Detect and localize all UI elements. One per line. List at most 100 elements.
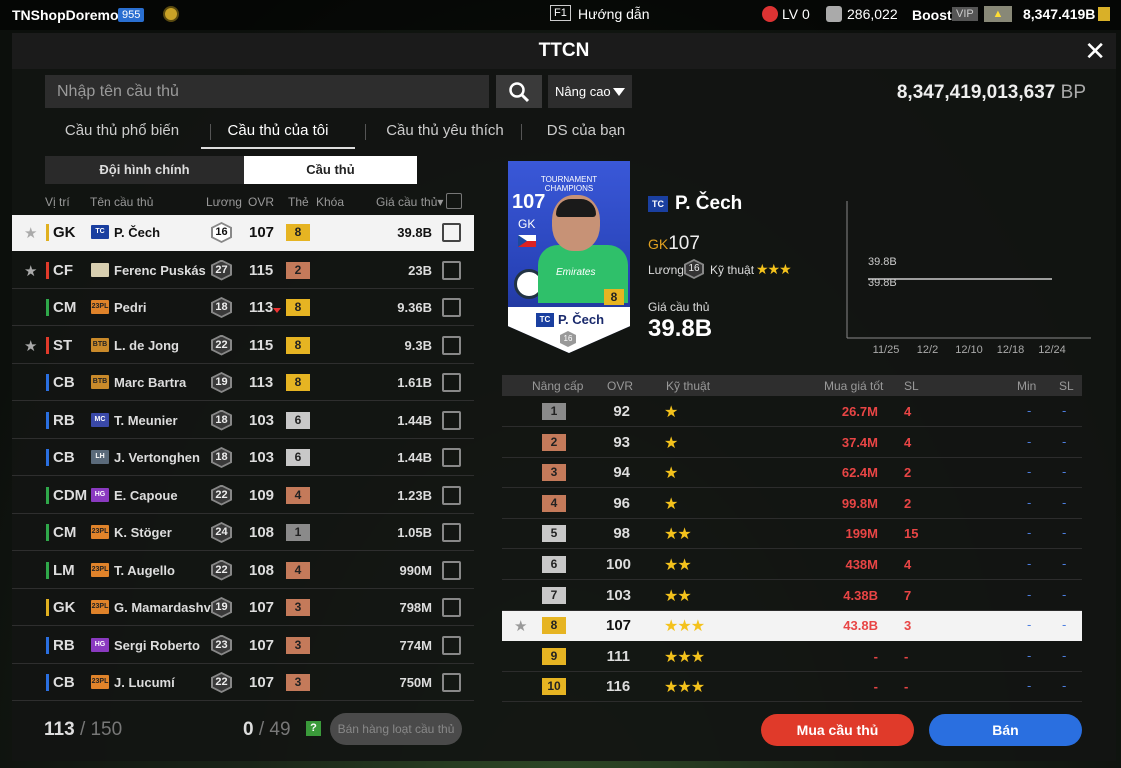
f1-key-icon[interactable]: F1 [550, 5, 571, 21]
player-row[interactable]: CB LH J. Vertonghen 18 103 6 1.44B [12, 440, 474, 476]
upgrade-row[interactable]: 1 92 ★ 26.7M 4 - - [502, 397, 1082, 427]
player-row[interactable]: RB HG Sergi Roberto 23 107 3 774M [12, 628, 474, 664]
player-name: P. Čech [114, 225, 161, 240]
skill-stars: ★★★ [664, 648, 705, 666]
upgrade-row[interactable]: 4 96 ★ 99.8M 2 - - [502, 489, 1082, 519]
best-buy-price: - [873, 648, 878, 664]
current-level-star-icon: ★ [514, 618, 528, 636]
col-position[interactable]: Vị trí [45, 195, 70, 209]
vip-badge[interactable]: VIP [952, 7, 978, 21]
player-row[interactable]: LM 23PL T. Augello 22 108 4 990M [12, 553, 474, 589]
team-crest-icon [163, 6, 179, 22]
close-icon[interactable]: ✕ [1084, 38, 1106, 64]
upgrade-row[interactable]: 10 116 ★★★ - - - - [502, 672, 1082, 703]
select-checkbox[interactable] [442, 298, 461, 317]
salary-badge: 27 [211, 259, 232, 281]
favorite-star-icon[interactable]: ★ [24, 224, 37, 242]
col-price[interactable]: Giá cầu thủ▾ [376, 195, 443, 209]
upgrade-row[interactable]: ★ 8 107 ★★★ 43.8B 3 - - [502, 611, 1082, 642]
card-salary: 16 [560, 331, 576, 347]
player-row[interactable]: ★ ST BTB L. de Jong 22 115 8 9.3B [12, 328, 474, 364]
boost-up-icon[interactable]: ▲ [984, 6, 1012, 22]
select-checkbox[interactable] [442, 673, 461, 692]
player-row[interactable]: GK 23PL G. Mamardashvili 19 107 3 798M [12, 590, 474, 626]
select-checkbox[interactable] [442, 560, 461, 580]
salary-badge: 16 [211, 222, 232, 243]
player-row[interactable]: CB 23PL J. Lucumí 22 107 3 750M [12, 665, 474, 701]
col-name[interactable]: Tên cầu thủ [90, 195, 153, 209]
skill-stars: ★ [664, 465, 678, 483]
tab-popular[interactable]: Cầu thủ phổ biến [45, 115, 199, 149]
upgrade-row[interactable]: 2 93 ★ 37.4M 4 - - [502, 428, 1082, 458]
player-position: LM [46, 561, 75, 579]
salary-value: 18 [213, 299, 230, 316]
buy-player-button[interactable]: Mua cầu thủ [761, 714, 914, 746]
select-checkbox[interactable] [442, 410, 461, 430]
col-lock[interactable]: Khóa [316, 195, 344, 209]
col-card[interactable]: Thẻ [288, 195, 309, 209]
select-checkbox[interactable] [442, 598, 461, 617]
upgrade-level-badge: 3 [286, 599, 310, 616]
player-row[interactable]: RB MC T. Meunier 18 103 6 1.44B [12, 403, 474, 439]
toggle-main-squad[interactable]: Đội hình chính [45, 156, 244, 184]
col-salary[interactable]: Lương [206, 195, 242, 209]
favorite-star-icon[interactable]: ★ [24, 337, 37, 355]
sell-button[interactable]: Bán [929, 714, 1082, 746]
advanced-dropdown[interactable]: Nâng cao [548, 75, 632, 108]
upgrade-row[interactable]: 3 94 ★ 62.4M 2 - - [502, 458, 1082, 489]
bulk-sell-button[interactable]: Bán hàng loạt cầu thủ [330, 713, 462, 745]
search-input[interactable] [45, 75, 489, 108]
player-row[interactable]: CB BTB Marc Bartra 19 113 8 1.61B [12, 365, 474, 401]
col-ovr[interactable]: OVR [248, 195, 274, 209]
player-row[interactable]: ★ GK TC P. Čech 16 107 8 39.8B [12, 215, 474, 251]
upgrade-row[interactable]: 9 111 ★★★ - - - - [502, 642, 1082, 672]
coins[interactable]: 286,022 [826, 6, 898, 22]
lv-indicator[interactable]: LV 0 [762, 6, 810, 22]
select-checkbox[interactable] [442, 260, 461, 280]
selected-count-max: / 49 [258, 719, 291, 740]
select-checkbox[interactable] [442, 523, 461, 542]
best-buy-qty: 3 [904, 618, 912, 634]
bp-balance[interactable]: 8,347.419B [1023, 6, 1111, 22]
player-row[interactable]: CM 23PL Pedri 18 113 8 9.36B [12, 290, 474, 326]
min-price: - [1027, 464, 1032, 480]
player-ovr: 109 [249, 486, 275, 504]
upgrade-row[interactable]: 7 103 ★★ 4.38B 7 - - [502, 581, 1082, 611]
col-min: Min [1017, 379, 1037, 393]
player-row[interactable]: ★ CF Ferenc Puskás 27 115 2 23B [12, 253, 474, 289]
select-checkbox[interactable] [442, 635, 461, 655]
select-checkbox[interactable] [442, 485, 461, 505]
search-button[interactable] [496, 75, 542, 108]
help-icon[interactable]: ? [306, 721, 321, 736]
select-all-checkbox[interactable] [446, 193, 462, 209]
player-position: CM [46, 299, 76, 316]
salary-badge: 23 [211, 634, 232, 656]
player-row[interactable]: CDM HG E. Capoue 22 109 4 1.23B [12, 478, 474, 514]
lv-icon [762, 6, 778, 22]
tab-your-list[interactable]: DS của bạn [521, 115, 651, 149]
upgrade-level: 3 [542, 464, 566, 482]
season-badge [91, 262, 109, 277]
upgrade-ovr: 111 [606, 647, 630, 665]
boost-label: Boost [912, 7, 952, 23]
skill-stars: ★ [664, 434, 678, 452]
guide-link[interactable]: Hướng dẫn [578, 6, 649, 22]
salary-value: 19 [213, 374, 230, 391]
player-row[interactable]: CM 23PL K. Stöger 24 108 1 1.05B [12, 515, 474, 551]
col-qty2: SL [1059, 379, 1074, 393]
salary-value: 16 [213, 224, 230, 241]
tab-my-players[interactable]: Cầu thủ của tôi [201, 115, 355, 149]
select-checkbox[interactable] [442, 335, 461, 355]
season-badge: 23PL [91, 600, 109, 614]
upgrade-row[interactable]: 5 98 ★★ 199M 15 - - [502, 519, 1082, 550]
player-price: 9.3B [404, 337, 432, 353]
upgrade-row[interactable]: 6 100 ★★ 438M 4 - - [502, 550, 1082, 580]
select-checkbox[interactable] [442, 373, 461, 392]
player-position: RB [46, 411, 75, 429]
select-checkbox[interactable] [442, 223, 461, 242]
toggle-players[interactable]: Cầu thủ [244, 156, 417, 184]
select-checkbox[interactable] [442, 448, 461, 467]
favorite-star-icon[interactable]: ★ [24, 262, 37, 280]
card-player-name: P. Čech [558, 312, 605, 327]
tab-favorites[interactable]: Cầu thủ yêu thích [365, 115, 525, 149]
